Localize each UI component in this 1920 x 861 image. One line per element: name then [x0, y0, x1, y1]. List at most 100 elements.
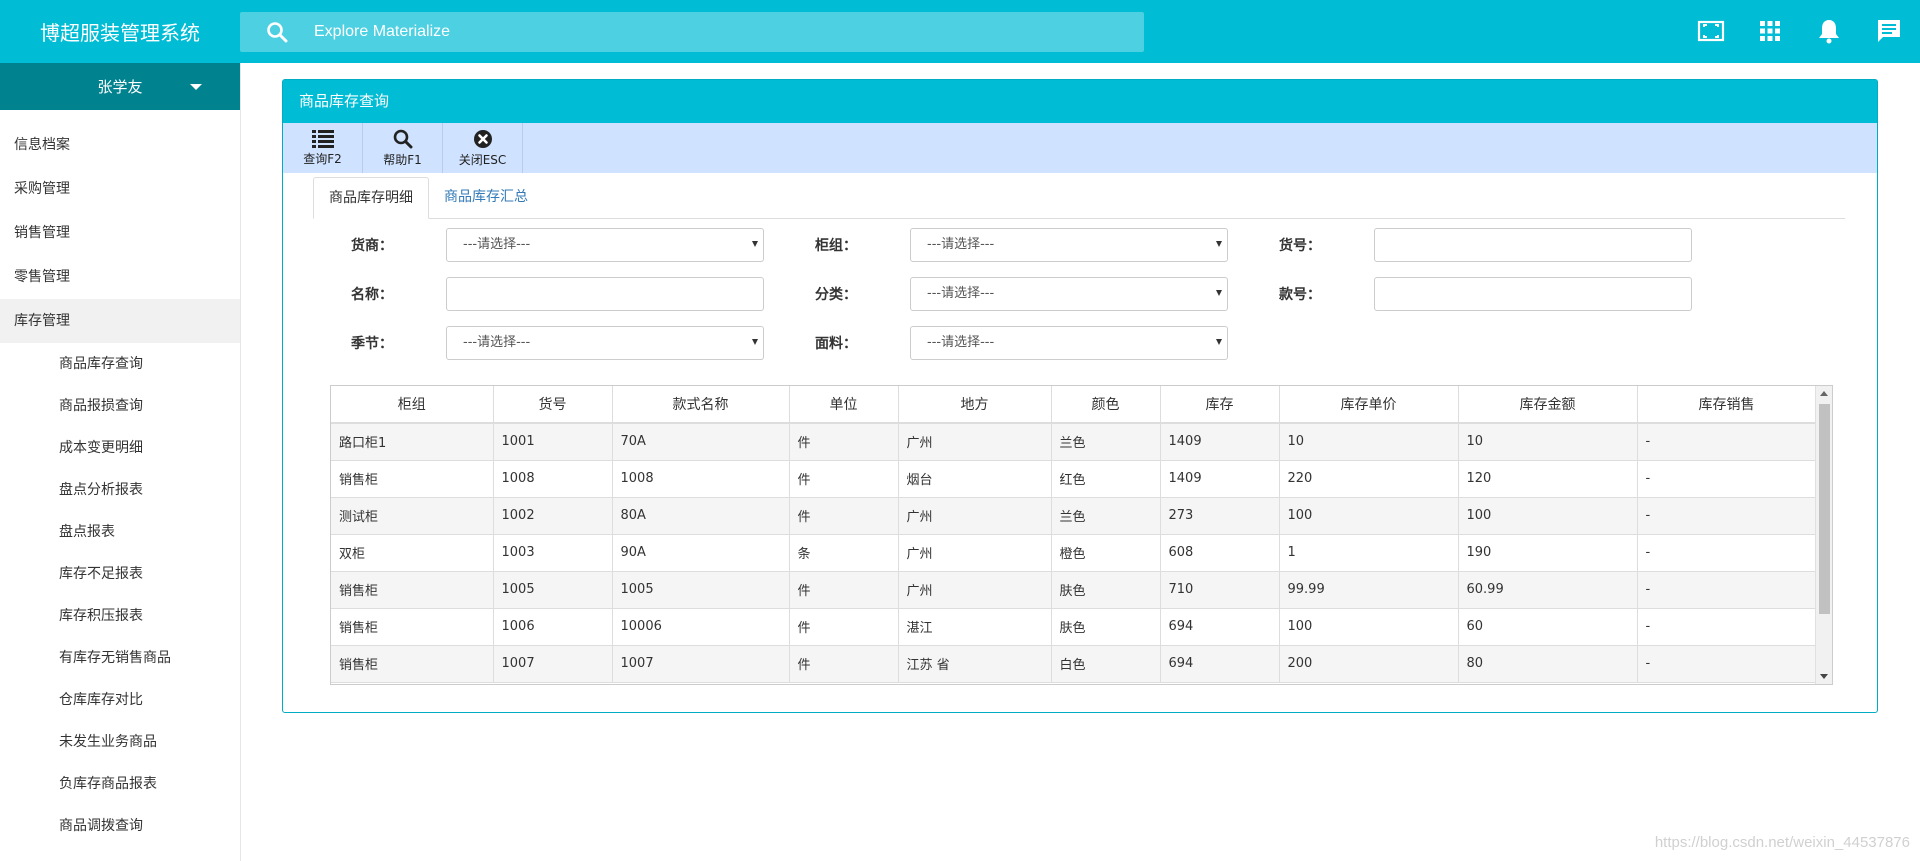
- table-cell: 件: [789, 608, 899, 646]
- table-cell: 90A: [612, 534, 790, 572]
- counter-label: 柜组：: [815, 238, 857, 254]
- sidebar-subitem-cost-change[interactable]: 成本变更明细: [0, 427, 240, 469]
- sidebar-subitem-low-stock[interactable]: 库存不足报表: [0, 553, 240, 595]
- table-cell: 1008: [493, 460, 613, 498]
- col-header-counter[interactable]: 柜组: [331, 386, 494, 424]
- table-cell: 200: [1279, 645, 1459, 683]
- sidebar-item-info-archive[interactable]: 信息档案: [0, 123, 240, 167]
- table-cell: 兰色: [1051, 497, 1161, 535]
- caret-down-icon[interactable]: [190, 84, 202, 90]
- category-select-value: ---请选择---: [927, 286, 995, 301]
- table-cell: 80: [1458, 645, 1638, 683]
- search-input[interactable]: Explore Materialize: [314, 23, 450, 41]
- supplier-select[interactable]: ---请选择---: [446, 228, 764, 262]
- table-row[interactable]: 销售柜 1007 1007 件江苏 省白色 694 200 80-: [331, 645, 1817, 683]
- sidebar-subitem-transfer-query[interactable]: 商品调拨查询: [0, 805, 240, 847]
- season-label: 季节：: [351, 336, 393, 352]
- dropdown-arrow-icon: [752, 241, 758, 247]
- table-cell: 肤色: [1051, 608, 1161, 646]
- scroll-down-arrow-icon[interactable]: [1820, 674, 1828, 679]
- scroll-up-arrow-icon[interactable]: [1820, 391, 1828, 396]
- sidebar-menu: 信息档案 采购管理 销售管理 零售管理 库存管理 商品库存查询 商品报损查询 成…: [0, 123, 240, 847]
- col-header-amount[interactable]: 库存金额: [1458, 386, 1638, 424]
- dropdown-arrow-icon: [1216, 290, 1222, 296]
- table-cell: -: [1637, 534, 1817, 572]
- table-cell: 100: [1279, 608, 1459, 646]
- table-header-row: 柜组 货号 款式名称 单位 地方 颜色 库存 库存单价 库存金额 库存销售: [331, 386, 1817, 424]
- close-button[interactable]: 关闭ESC: [443, 123, 523, 173]
- sidebar-item-sales[interactable]: 销售管理: [0, 211, 240, 255]
- table-row[interactable]: 测试柜 1002 80A 件广州 兰色 273 100 100-: [331, 497, 1817, 535]
- name-label: 名称：: [351, 287, 393, 303]
- table-cell: 肤色: [1051, 571, 1161, 609]
- table-cell: 10: [1458, 423, 1638, 461]
- table-cell: 710: [1160, 571, 1280, 609]
- sidebar-subitem-stocktake-analysis[interactable]: 盘点分析报表: [0, 469, 240, 511]
- help-button[interactable]: 帮助F1: [363, 123, 443, 173]
- fabric-select-value: ---请选择---: [927, 335, 995, 350]
- message-icon[interactable]: [1873, 15, 1905, 47]
- close-label: 关闭ESC: [458, 152, 507, 167]
- sidebar-item-inventory[interactable]: 库存管理: [0, 299, 240, 343]
- col-header-color[interactable]: 颜色: [1051, 386, 1161, 424]
- search-icon[interactable]: [240, 12, 314, 52]
- supplier-select-value: ---请选择---: [463, 237, 531, 252]
- sidebar-subitem-loss-query[interactable]: 商品报损查询: [0, 385, 240, 427]
- table-cell: -: [1637, 423, 1817, 461]
- table-row[interactable]: 销售柜 1005 1005 件广州 肤色 710 99.99 60.99-: [331, 571, 1817, 609]
- table-cell: 销售柜: [331, 645, 494, 683]
- col-header-place[interactable]: 地方: [898, 386, 1052, 424]
- table-cell: 10: [1279, 423, 1459, 461]
- top-header: 博超服装管理系统 Explore Materialize: [0, 0, 1920, 63]
- table-row[interactable]: 路口柜1 1001 70A 件广州 兰色 1409 10 10-: [331, 423, 1817, 461]
- table-cell: 橙色: [1051, 534, 1161, 572]
- category-select[interactable]: ---请选择---: [910, 277, 1228, 311]
- table-cell: 1005: [612, 571, 790, 609]
- table-cell: 120: [1458, 460, 1638, 498]
- table-scrollbar[interactable]: [1815, 386, 1832, 684]
- col-header-stock-sales[interactable]: 库存销售: [1637, 386, 1817, 424]
- season-select[interactable]: ---请选择---: [446, 326, 764, 360]
- table-row[interactable]: 销售柜 1008 1008 件烟台 红色 1409 220 120-: [331, 460, 1817, 498]
- table-cell: 广州: [898, 571, 1052, 609]
- table-row[interactable]: 销售柜 1006 10006 件湛江 肤色 694 100 60-: [331, 608, 1817, 646]
- sidebar-item-retail[interactable]: 零售管理: [0, 255, 240, 299]
- bell-icon[interactable]: [1813, 15, 1845, 47]
- col-header-item-no[interactable]: 货号: [493, 386, 613, 424]
- col-header-unit[interactable]: 单位: [789, 386, 899, 424]
- table-row[interactable]: 双柜 1003 90A 条广州 橙色 608 1 190-: [331, 534, 1817, 572]
- table-cell: -: [1637, 497, 1817, 535]
- table-cell: 99.99: [1279, 571, 1459, 609]
- sidebar-subitem-stock-query[interactable]: 商品库存查询: [0, 343, 240, 385]
- table-cell: 70A: [612, 423, 790, 461]
- sidebar-item-purchase[interactable]: 采购管理: [0, 167, 240, 211]
- item-no-input[interactable]: [1374, 228, 1692, 262]
- table-cell: 湛江: [898, 608, 1052, 646]
- style-no-label: 款号：: [1279, 287, 1321, 303]
- tab-stock-detail[interactable]: 商品库存明细: [313, 177, 429, 219]
- sidebar-subitem-inactive-items[interactable]: 未发生业务商品: [0, 721, 240, 763]
- sidebar-subitem-negative-stock[interactable]: 负库存商品报表: [0, 763, 240, 805]
- sidebar-subitem-no-sales[interactable]: 有库存无销售商品: [0, 637, 240, 679]
- style-no-input[interactable]: [1374, 277, 1692, 311]
- table-cell: 双柜: [331, 534, 494, 572]
- user-menu[interactable]: 张学友: [0, 63, 240, 110]
- scrollbar-thumb[interactable]: [1819, 404, 1830, 614]
- apps-grid-icon[interactable]: [1754, 15, 1786, 47]
- col-header-unit-price[interactable]: 库存单价: [1279, 386, 1459, 424]
- col-header-stock[interactable]: 库存: [1160, 386, 1280, 424]
- name-input[interactable]: [446, 277, 764, 311]
- fabric-select[interactable]: ---请选择---: [910, 326, 1228, 360]
- counter-select[interactable]: ---请选择---: [910, 228, 1228, 262]
- fullscreen-icon[interactable]: [1695, 15, 1727, 47]
- table-cell: -: [1637, 645, 1817, 683]
- search-bar[interactable]: Explore Materialize: [240, 12, 1144, 52]
- dropdown-arrow-icon: [752, 339, 758, 345]
- sidebar-subitem-warehouse-compare[interactable]: 仓库库存对比: [0, 679, 240, 721]
- col-header-style-name[interactable]: 款式名称: [612, 386, 790, 424]
- sidebar-subitem-stocktake-report[interactable]: 盘点报表: [0, 511, 240, 553]
- counter-select-value: ---请选择---: [927, 237, 995, 252]
- sidebar-subitem-overstock[interactable]: 库存积压报表: [0, 595, 240, 637]
- tab-stock-summary[interactable]: 商品库存汇总: [429, 177, 543, 219]
- query-button[interactable]: 查询F2: [283, 123, 363, 173]
